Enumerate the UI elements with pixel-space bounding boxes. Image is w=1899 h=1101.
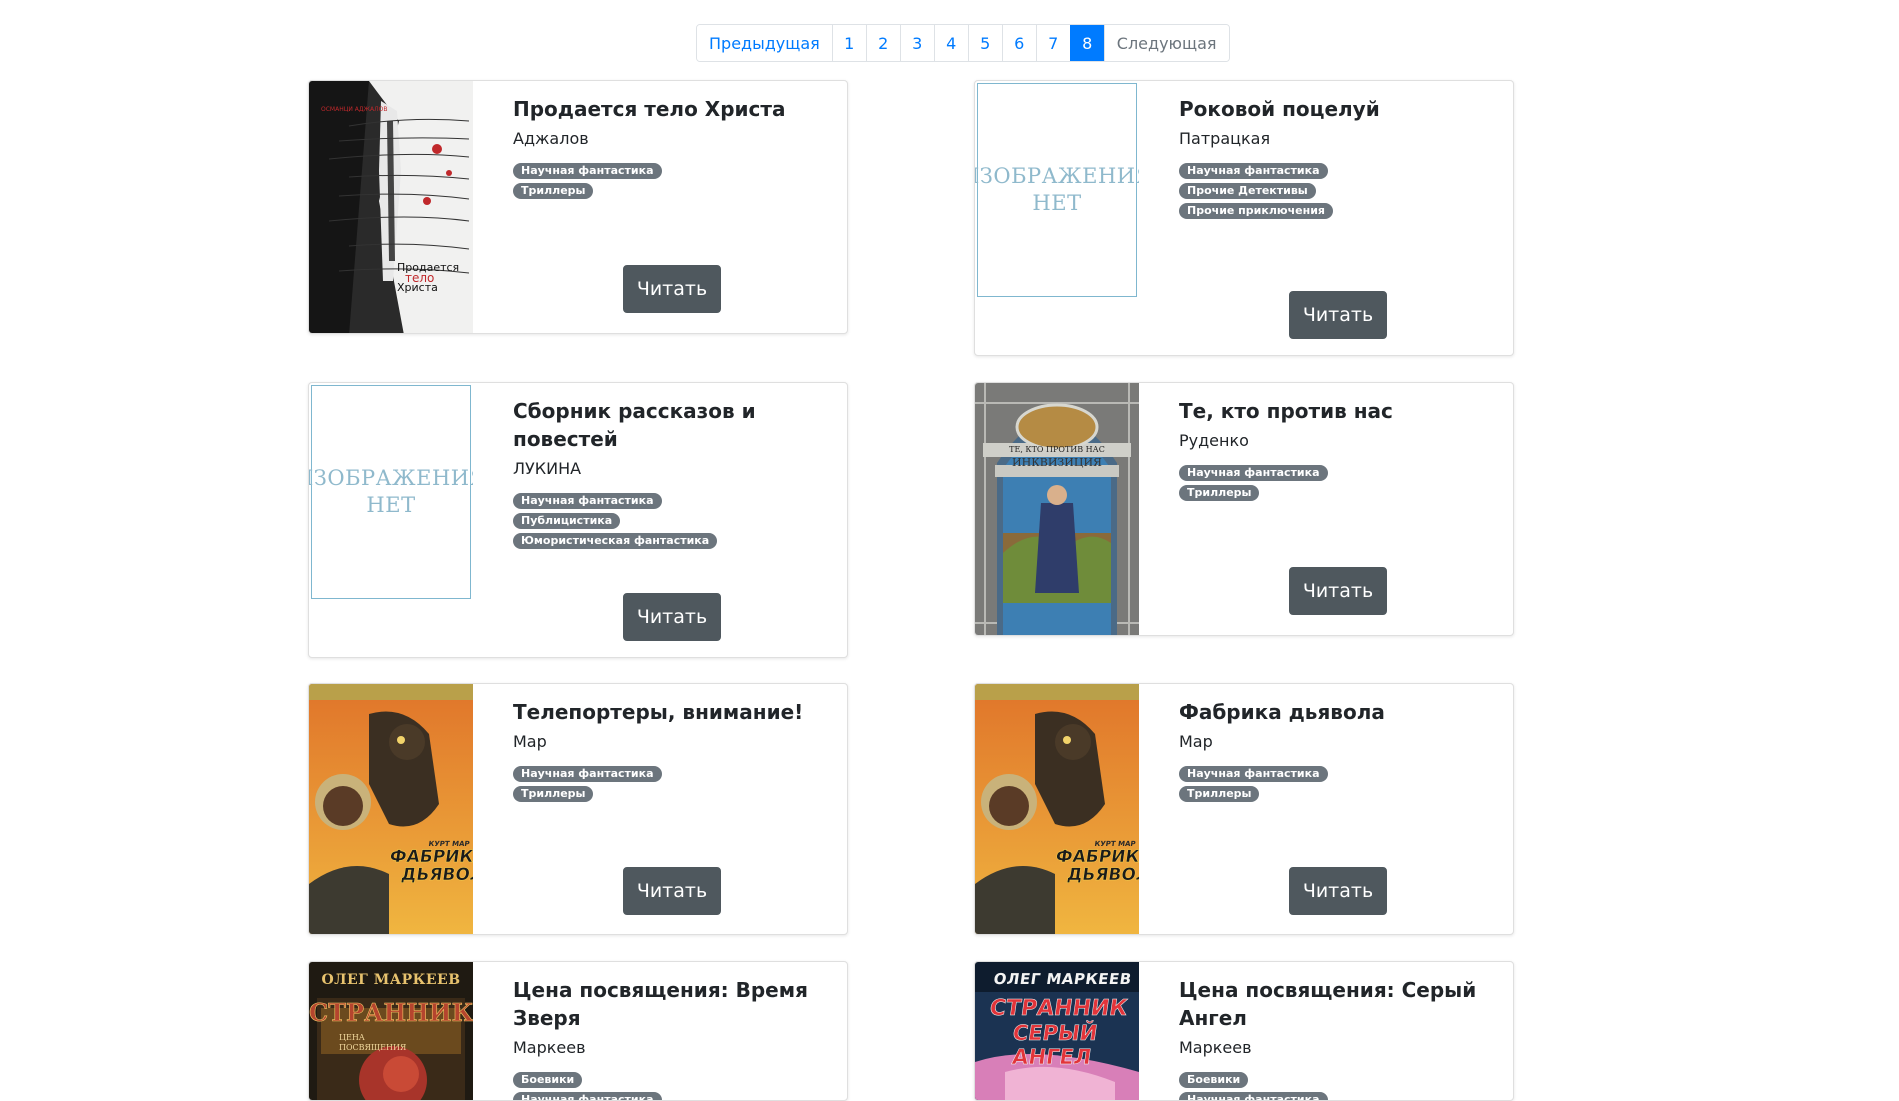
- pagination-page-8-current[interactable]: 8: [1069, 25, 1104, 61]
- genre-badge[interactable]: Публицистика: [513, 513, 621, 529]
- pagination-page-5[interactable]: 5: [967, 25, 1002, 61]
- pagination-page-4[interactable]: 4: [933, 25, 968, 61]
- read-button[interactable]: Читать: [623, 265, 721, 313]
- pagination-next: Следующая: [1103, 25, 1229, 61]
- cover-title-text: ОЛЕГ МАРКЕЕВ СТРАННИК ЦЕНА ПОСВЯЩЕНИЯ: [309, 972, 473, 1052]
- genre-badges: Боевики Научная фантастика: [513, 1072, 831, 1100]
- genre-badges: Боевики Научная фантастика: [1179, 1072, 1497, 1100]
- genre-badge[interactable]: Научная фантастика: [1179, 163, 1328, 179]
- book-cover-image[interactable]: КУРТ МАР ФАБРИКА ДЬЯВОЛА: [975, 684, 1139, 934]
- pagination: Предыдущая 1 2 3 4 5 6 7 8 Следующая: [696, 24, 1230, 62]
- book-card: ТЕ, КТО ПРОТИВ НАС ИНКВИЗИЦИЯ Те, кто пр…: [974, 382, 1514, 636]
- genre-badge[interactable]: Прочие приключения: [1179, 203, 1333, 219]
- pagination-page-6[interactable]: 6: [1001, 25, 1036, 61]
- book-title[interactable]: Цена посвящения: Серый Ангел: [1179, 976, 1497, 1032]
- genre-badge[interactable]: Триллеры: [1179, 485, 1260, 501]
- book-author: Мар: [513, 732, 547, 751]
- pagination-page-1[interactable]: 1: [831, 25, 866, 61]
- pagination-prev[interactable]: Предыдущая: [697, 25, 832, 61]
- book-title[interactable]: Сборник рассказов и повестей: [513, 397, 831, 453]
- book-title[interactable]: Те, кто против нас: [1179, 397, 1497, 425]
- cover-title-text: ТЕ, КТО ПРОТИВ НАС ИНКВИЗИЦИЯ: [1009, 445, 1105, 469]
- genre-badges: Научная фантастика Триллеры: [513, 163, 831, 199]
- read-button[interactable]: Читать: [623, 593, 721, 641]
- book-title[interactable]: Продается тело Христа: [513, 95, 831, 123]
- book-title[interactable]: Фабрика дьявола: [1179, 698, 1497, 726]
- book-cover-image[interactable]: ОЛЕГ МАРКЕЕВ СТРАННИК ЦЕНА ПОСВЯЩЕНИЯ: [309, 962, 473, 1100]
- book-cover-image[interactable]: ОЛЕГ МАРКЕЕВ СТРАННИК СЕРЫЙ АНГЕЛ: [975, 962, 1139, 1100]
- genre-badges: Научная фантастика Триллеры: [1179, 766, 1497, 802]
- no-image-placeholder: ИЗОБРАЖЕНИЯНЕТ: [975, 83, 1139, 297]
- genre-badges: Научная фантастика Триллеры: [1179, 465, 1497, 501]
- book-card: ОЛЕГ МАРКЕЕВ СТРАННИК СЕРЫЙ АНГЕЛ Цена п…: [974, 961, 1514, 1101]
- book-card: КУРТ МАР ФАБРИКА ДЬЯВОЛА Телепортеры, вн…: [308, 683, 848, 935]
- cover-title-text: КУРТ МАР ФАБРИКА ДЬЯВОЛА: [1054, 840, 1139, 885]
- genre-badges: Научная фантастика Триллеры: [513, 766, 831, 802]
- cover-title-text: ОЛЕГ МАРКЕЕВ СТРАННИК СЕРЫЙ АНГЕЛ: [988, 970, 1133, 1069]
- book-cover-image[interactable]: ОСМАНЦИ АДЖАЛОВ Продается тело Христа: [309, 81, 473, 333]
- read-button[interactable]: Читать: [623, 867, 721, 915]
- genre-badge[interactable]: Научная фантастика: [513, 1092, 662, 1100]
- genre-badges: Научная фантастика Прочие Детективы Проч…: [1179, 163, 1497, 219]
- book-card: ОСМАНЦИ АДЖАЛОВ Продается тело Христа Пр…: [308, 80, 848, 334]
- book-title[interactable]: Цена посвящения: Время Зверя: [513, 976, 831, 1032]
- book-author: Маркеев: [513, 1038, 586, 1057]
- cover-title-text: Продается тело Христа: [397, 261, 460, 294]
- genre-badge[interactable]: Научная фантастика: [1179, 1092, 1328, 1100]
- book-author: Мар: [1179, 732, 1213, 751]
- genre-badge[interactable]: Прочие Детективы: [1179, 183, 1316, 199]
- genre-badge[interactable]: Боевики: [1179, 1072, 1249, 1088]
- genre-badge[interactable]: Научная фантастика: [513, 163, 662, 179]
- genre-badge[interactable]: Научная фантастика: [1179, 766, 1328, 782]
- book-card: ИЗОБРАЖЕНИЯНЕТ Сборник рассказов и повес…: [308, 382, 848, 658]
- pagination-page-3[interactable]: 3: [899, 25, 934, 61]
- book-cover-image[interactable]: КУРТ МАР ФАБРИКА ДЬЯВОЛА: [309, 684, 473, 934]
- genre-badge[interactable]: Триллеры: [513, 183, 594, 199]
- book-author: ЛУКИНА: [513, 459, 582, 478]
- book-card: КУРТ МАР ФАБРИКА ДЬЯВОЛА Фабрика дьявола…: [974, 683, 1514, 935]
- read-button[interactable]: Читать: [1289, 867, 1387, 915]
- no-image-placeholder: ИЗОБРАЖЕНИЯНЕТ: [309, 385, 473, 599]
- genre-badge[interactable]: Триллеры: [1179, 786, 1260, 802]
- pagination-page-7[interactable]: 7: [1035, 25, 1070, 61]
- genre-badge[interactable]: Научная фантастика: [513, 493, 662, 509]
- svg-text:ОСМАНЦИ АДЖАЛОВ: ОСМАНЦИ АДЖАЛОВ: [321, 106, 387, 113]
- cover-title-text: КУРТ МАР ФАБРИКА ДЬЯВОЛА: [388, 840, 473, 885]
- book-cover-image[interactable]: ТЕ, КТО ПРОТИВ НАС ИНКВИЗИЦИЯ: [975, 383, 1139, 635]
- pagination-page-2[interactable]: 2: [865, 25, 900, 61]
- read-button[interactable]: Читать: [1289, 567, 1387, 615]
- book-author: Аджалов: [513, 129, 589, 148]
- book-title[interactable]: Роковой поцелуй: [1179, 95, 1497, 123]
- genre-badge[interactable]: Триллеры: [513, 786, 594, 802]
- genre-badge[interactable]: Научная фантастика: [1179, 465, 1328, 481]
- genre-badge[interactable]: Научная фантастика: [513, 766, 662, 782]
- book-cover-image[interactable]: ИЗОБРАЖЕНИЯНЕТ: [975, 81, 1139, 355]
- book-cover-image[interactable]: ИЗОБРАЖЕНИЯНЕТ: [309, 383, 473, 657]
- book-card: ОЛЕГ МАРКЕЕВ СТРАННИК ЦЕНА ПОСВЯЩЕНИЯ Це…: [308, 961, 848, 1101]
- book-author: Руденко: [1179, 431, 1249, 450]
- book-author: Патрацкая: [1179, 129, 1271, 148]
- book-card: ИЗОБРАЖЕНИЯНЕТ Роковой поцелуй Патрацкая…: [974, 80, 1514, 356]
- book-title[interactable]: Телепортеры, внимание!: [513, 698, 831, 726]
- genre-badge[interactable]: Юмористическая фантастика: [513, 533, 718, 549]
- genre-badges: Научная фантастика Публицистика Юмористи…: [513, 493, 831, 549]
- book-author: Маркеев: [1179, 1038, 1252, 1057]
- genre-badge[interactable]: Боевики: [513, 1072, 583, 1088]
- read-button[interactable]: Читать: [1289, 291, 1387, 339]
